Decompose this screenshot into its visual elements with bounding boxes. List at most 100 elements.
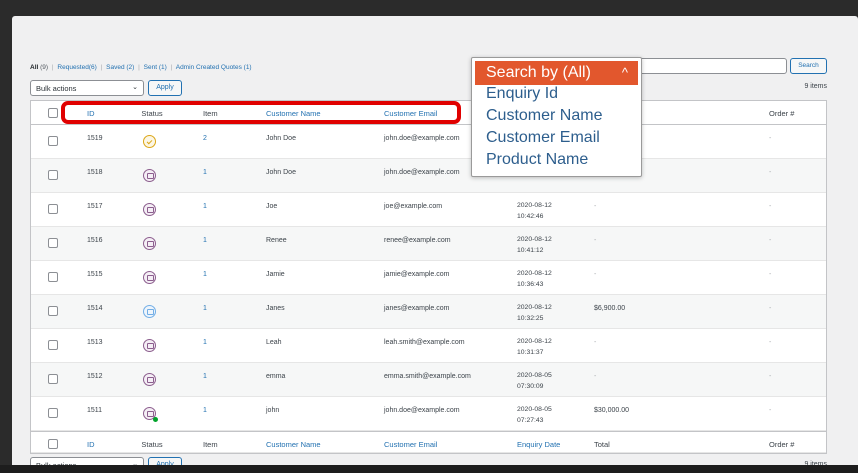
status-requested-icon (143, 169, 156, 182)
row-item-count[interactable]: 1 (203, 203, 207, 210)
row-checkbox[interactable] (48, 374, 58, 384)
column-item: Item (203, 440, 218, 449)
column-customer-name[interactable]: Customer Name (266, 440, 321, 449)
table-row: 1516 1 Renee renee@example.com 2020-08-12 10:… (31, 227, 826, 261)
apply-button[interactable]: Apply (148, 80, 182, 96)
select-all-checkbox[interactable] (48, 439, 58, 449)
row-date: 2020-08-05 (517, 406, 552, 413)
row-enquiry-date: 2020-08-12 10:31:37 (517, 336, 565, 358)
status-accepted-icon (143, 135, 156, 148)
row-total: - (594, 203, 597, 210)
status-sent-icon (143, 305, 156, 318)
option-customer-email[interactable]: Customer Email (486, 129, 600, 147)
chevron-down-icon: ⌄ (132, 84, 138, 91)
row-item-count[interactable]: 1 (203, 237, 207, 244)
status-requested-icon (143, 237, 156, 250)
row-id: 1518 (87, 169, 103, 176)
row-customer-name: john (266, 407, 280, 414)
row-customer-name: Jamie (266, 271, 285, 278)
filter-all[interactable]: All (30, 64, 38, 71)
row-customer-email: jamie@example.com (384, 271, 450, 278)
column-id[interactable]: ID (87, 440, 95, 449)
row-checkbox[interactable] (48, 272, 58, 282)
quotes-table: ID Status Item Customer Name Customer Em… (30, 100, 827, 454)
select-all-checkbox[interactable] (48, 108, 58, 118)
table-row: 1519 2 John Doe john.doe@example.com - (31, 125, 826, 159)
row-order: - (769, 169, 772, 176)
row-checkbox[interactable] (48, 170, 58, 180)
row-customer-email: leah.smith@example.com (384, 339, 465, 346)
row-item-count[interactable]: 1 (203, 339, 207, 346)
row-time: 10:32:25 (517, 315, 544, 322)
row-id: 1516 (87, 237, 103, 244)
row-order: - (769, 339, 772, 346)
row-customer-email: joe@example.com (384, 203, 443, 210)
items-count: 9 items (804, 83, 827, 90)
row-checkbox[interactable] (48, 238, 58, 248)
status-requested-icon (143, 373, 156, 386)
row-item-count[interactable]: 1 (203, 271, 207, 278)
option-product-name[interactable]: Product Name (486, 151, 588, 169)
row-item-count[interactable]: 1 (203, 373, 207, 380)
row-date: 2020-08-12 (517, 270, 552, 277)
search-input[interactable] (625, 58, 787, 74)
search-by-selected[interactable]: Search by (All) ^ (475, 61, 638, 85)
row-checkbox[interactable] (48, 306, 58, 316)
filter-requested[interactable]: Requested(6) (57, 64, 96, 71)
filter-sent[interactable]: Sent (1) (144, 64, 167, 71)
chevron-up-icon: ^ (621, 65, 628, 80)
row-enquiry-date: 2020-08-12 10:36:43 (517, 268, 565, 290)
row-item-count[interactable]: 1 (203, 305, 207, 312)
table-row: 1515 1 Jamie jamie@example.com 2020-08-12 10:… (31, 261, 826, 295)
table-row: 1513 1 Leah leah.smith@example.com 2020-08-1… (31, 329, 826, 363)
row-customer-name: John Doe (266, 135, 296, 142)
row-checkbox[interactable] (48, 204, 58, 214)
table-row: 1511 1 john john.doe@example.com 2020-08-05 0… (31, 397, 826, 431)
column-enquiry-date[interactable]: Enquiry Date (517, 440, 560, 449)
row-item-count[interactable]: 1 (203, 407, 207, 414)
row-id: 1514 (87, 305, 103, 312)
table-row: 1512 1 emma emma.smith@example.com 2020-08-0… (31, 363, 826, 397)
option-customer-name[interactable]: Customer Name (486, 107, 602, 125)
column-order: Order # (769, 109, 795, 118)
row-customer-email: john.doe@example.com (384, 135, 460, 142)
filter-all-count: (9) (40, 64, 49, 71)
row-time: 10:41:12 (517, 247, 544, 254)
search-by-selected-label: Search by (All) (486, 64, 591, 81)
row-id: 1513 (87, 339, 103, 346)
row-checkbox[interactable] (48, 136, 58, 146)
row-id: 1511 (87, 407, 103, 414)
row-date: 2020-08-12 (517, 304, 552, 311)
row-date: 2020-08-12 (517, 338, 552, 345)
column-status: Status (141, 440, 163, 449)
row-customer-email: john.doe@example.com (384, 169, 460, 176)
option-enquiry-id[interactable]: Enquiry Id (486, 85, 558, 103)
row-total: - (594, 271, 597, 278)
row-total: - (594, 339, 597, 346)
bulk-actions-label: Bulk actions (36, 84, 77, 93)
filter-saved[interactable]: Saved (2) (106, 64, 134, 71)
filter-admin-created[interactable]: Admin Created Quotes (1) (176, 64, 252, 71)
table-footer: ID Status Item Customer Name Customer Em… (31, 431, 826, 453)
row-item-count[interactable]: 2 (203, 135, 207, 142)
row-total: - (594, 237, 597, 244)
row-customer-name: Renee (266, 237, 287, 244)
row-id: 1512 (87, 373, 103, 380)
column-customer-email[interactable]: Customer Email (384, 440, 437, 449)
row-total: $6,900.00 (594, 305, 626, 312)
row-enquiry-date: 2020-08-05 07:27:43 (517, 404, 565, 426)
row-customer-email: janes@example.com (384, 305, 450, 312)
search-by-dropdown[interactable]: Search by (All) ^ Enquiry Id Customer Na… (471, 57, 642, 177)
row-order: - (769, 237, 772, 244)
search-button[interactable]: Search (790, 58, 827, 74)
row-total: $30,000.00 (594, 407, 630, 414)
row-order: - (769, 373, 772, 380)
row-checkbox[interactable] (48, 408, 58, 418)
row-checkbox[interactable] (48, 340, 58, 350)
status-requested-icon (143, 271, 156, 284)
row-enquiry-date: 2020-08-12 10:32:25 (517, 302, 565, 324)
row-time: 07:30:09 (517, 383, 544, 390)
bulk-actions-select[interactable]: Bulk actions ⌄ (30, 80, 144, 96)
row-item-count[interactable]: 1 (203, 169, 207, 176)
row-id: 1519 (87, 135, 103, 142)
